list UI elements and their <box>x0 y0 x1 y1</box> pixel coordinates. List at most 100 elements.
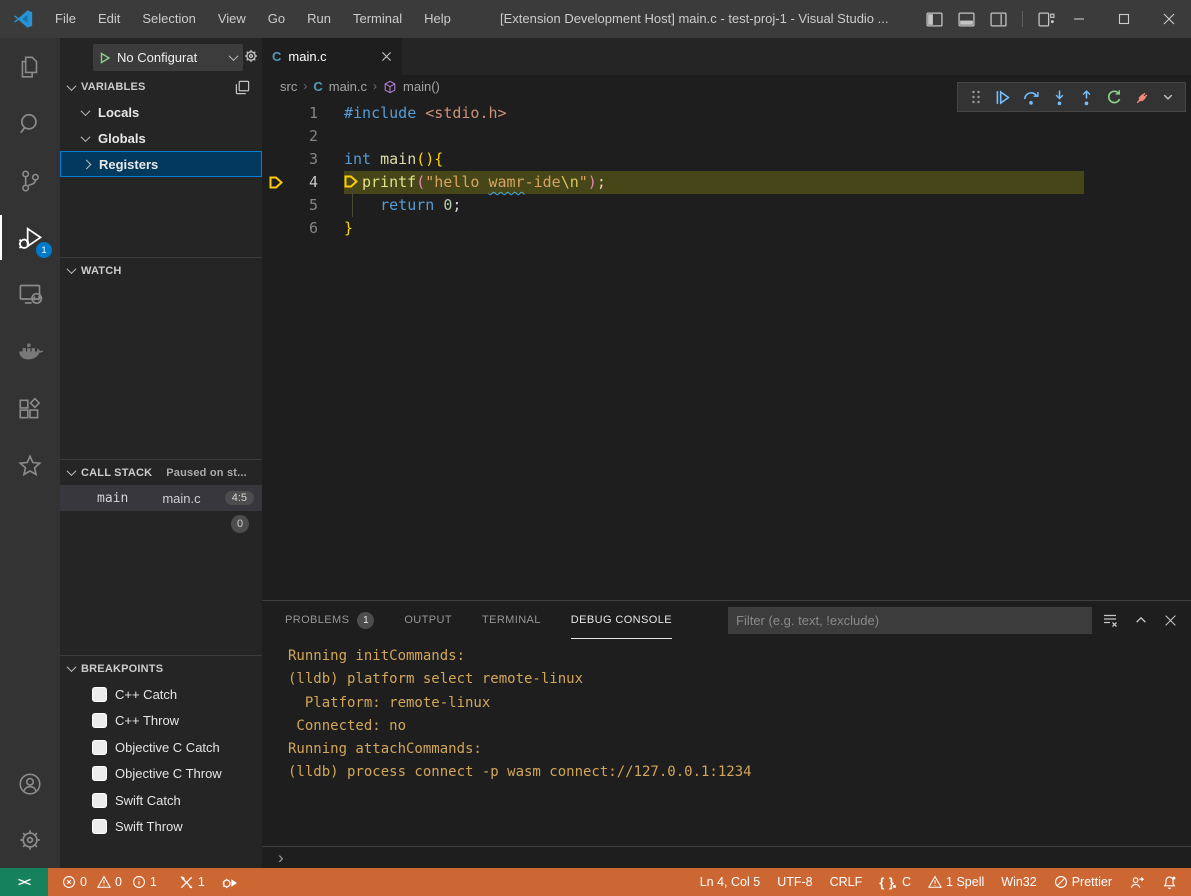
toggle-sidebar-icon[interactable] <box>926 11 943 28</box>
encoding[interactable]: UTF-8 <box>777 875 812 889</box>
checkbox-unchecked[interactable] <box>92 713 107 728</box>
panel-tab-terminal[interactable]: TERMINAL <box>482 602 541 639</box>
breakpoint-gutter[interactable] <box>268 217 288 240</box>
menu-file[interactable]: File <box>44 0 87 38</box>
variables-row-globals[interactable]: Globals <box>60 125 262 151</box>
frame-file: main.c <box>162 491 200 506</box>
close-button[interactable] <box>1146 0 1191 38</box>
spell-checker-status[interactable]: 1 Spell <box>928 875 984 889</box>
panel-tab-label: OUTPUT <box>404 614 452 626</box>
feedback-icon[interactable] <box>1129 875 1145 890</box>
panel-tab-output[interactable]: OUTPUT <box>404 602 452 639</box>
collapse-all-icon[interactable] <box>235 80 250 95</box>
remote-indicator[interactable]: >< <box>0 868 48 896</box>
language-mode[interactable]: { } C <box>879 875 911 890</box>
console-line: Running attachCommands: <box>288 738 1187 761</box>
panel-tab-debug-console[interactable]: DEBUG CONSOLE <box>571 602 672 639</box>
sidebar-item-source-control[interactable] <box>0 152 60 209</box>
menu-selection[interactable]: Selection <box>131 0 206 38</box>
menu-help[interactable]: Help <box>413 0 462 38</box>
accounts-button[interactable] <box>0 756 60 812</box>
debug-config-label: No Configurat <box>117 50 230 65</box>
checkbox-unchecked[interactable] <box>92 740 107 755</box>
sidebar-item-extensions[interactable] <box>0 380 60 437</box>
sidebar-item-docker[interactable] <box>0 323 60 380</box>
step-over-icon[interactable] <box>1022 89 1040 106</box>
sidebar-item-star[interactable] <box>0 437 60 494</box>
breakpoint-row[interactable]: Swift Throw <box>60 814 262 841</box>
checkbox-unchecked[interactable] <box>92 766 107 781</box>
formatter-status[interactable]: Prettier <box>1054 875 1112 889</box>
close-panel-icon[interactable] <box>1164 614 1177 627</box>
current-frame-gutter-arrow-icon[interactable] <box>268 171 288 194</box>
maximize-button[interactable] <box>1101 0 1146 38</box>
menu-run[interactable]: Run <box>296 0 342 38</box>
checkbox-unchecked[interactable] <box>92 819 107 834</box>
variables-row-locals[interactable]: Locals <box>60 99 262 125</box>
minimize-button[interactable] <box>1056 0 1101 38</box>
close-tab-icon[interactable] <box>381 51 392 62</box>
stack-frame-row[interactable]: main main.c 4:5 <box>60 485 262 511</box>
checkbox-unchecked[interactable] <box>92 687 107 702</box>
thread-row[interactable]: 0 <box>60 511 262 537</box>
disconnect-icon[interactable] <box>1134 89 1151 106</box>
restart-icon[interactable] <box>1106 89 1123 106</box>
variables-row-registers[interactable]: Registers <box>60 151 262 177</box>
breakpoint-row[interactable]: Objective C Catch <box>60 734 262 761</box>
menu-view[interactable]: View <box>207 0 257 38</box>
maximize-panel-icon[interactable] <box>1134 613 1148 627</box>
toggle-panel-icon[interactable] <box>958 11 975 28</box>
toolchain-status[interactable]: 1 <box>179 875 205 890</box>
call-stack-section-header[interactable]: CALL STACK Paused on st... <box>60 459 262 485</box>
cursor-position[interactable]: Ln 4, Col 5 <box>700 875 760 889</box>
sidebar-item-run-and-debug[interactable]: 1 <box>0 209 60 266</box>
sidebar-item-remote-explorer[interactable] <box>0 266 60 323</box>
problems-status[interactable]: 0 0 1 <box>62 875 157 889</box>
breakpoints-section-header[interactable]: BREAKPOINTS <box>60 655 262 681</box>
panel-tab-problems[interactable]: PROBLEMS1 <box>285 602 374 639</box>
variables-section-header[interactable]: VARIABLES <box>60 75 262 99</box>
step-into-icon[interactable] <box>1051 89 1068 106</box>
menu-terminal[interactable]: Terminal <box>342 0 413 38</box>
checkbox-unchecked[interactable] <box>92 793 107 808</box>
continue-icon[interactable] <box>994 89 1011 106</box>
vscode-logo-icon <box>12 8 34 30</box>
breadcrumb-symbol[interactable]: main() <box>403 79 440 94</box>
notifications-bell-icon[interactable] <box>1162 875 1177 890</box>
customize-layout-icon[interactable] <box>1038 11 1055 28</box>
step-out-icon[interactable] <box>1078 89 1095 106</box>
breakpoint-gutter[interactable] <box>268 125 288 148</box>
toggle-secondary-sidebar-icon[interactable] <box>990 11 1007 28</box>
breakpoint-gutter[interactable] <box>268 148 288 171</box>
breakpoint-row[interactable]: Objective C Throw <box>60 761 262 788</box>
gear-icon <box>17 827 43 853</box>
breadcrumb-folder[interactable]: src <box>280 79 297 94</box>
breakpoint-row[interactable]: C++ Throw <box>60 708 262 735</box>
watch-section-header[interactable]: WATCH <box>60 257 262 283</box>
tab-main-c[interactable]: C main.c <box>262 38 402 75</box>
line-number: 5 <box>288 194 318 217</box>
braces-icon: { } <box>879 875 895 890</box>
chevron-down-icon[interactable] <box>1162 91 1174 103</box>
menu-go[interactable]: Go <box>257 0 296 38</box>
eol-sequence[interactable]: CRLF <box>830 875 863 889</box>
breakpoint-gutter[interactable] <box>268 102 288 125</box>
debug-status[interactable] <box>221 875 238 890</box>
console-filter-input[interactable] <box>728 607 1092 634</box>
breakpoint-row[interactable]: Swift Catch <box>60 787 262 814</box>
debug-console-input-row[interactable]: › <box>262 846 1191 869</box>
settings-button[interactable] <box>0 812 60 868</box>
sidebar-item-search[interactable] <box>0 95 60 152</box>
breadcrumb-file[interactable]: main.c <box>329 79 367 94</box>
clear-console-icon[interactable] <box>1102 612 1118 628</box>
platform-status[interactable]: Win32 <box>1001 875 1036 889</box>
debug-settings-gear-icon[interactable] <box>243 48 259 64</box>
breakpoint-gutter[interactable] <box>268 194 288 217</box>
breakpoint-row[interactable]: C++ Catch <box>60 681 262 708</box>
source-control-icon <box>17 168 43 194</box>
drag-grip-icon[interactable] <box>969 89 983 105</box>
sidebar-item-explorer[interactable] <box>0 38 60 95</box>
info-icon <box>132 875 146 889</box>
menu-edit[interactable]: Edit <box>87 0 131 38</box>
debug-config-dropdown[interactable]: No Configurat <box>93 44 243 71</box>
